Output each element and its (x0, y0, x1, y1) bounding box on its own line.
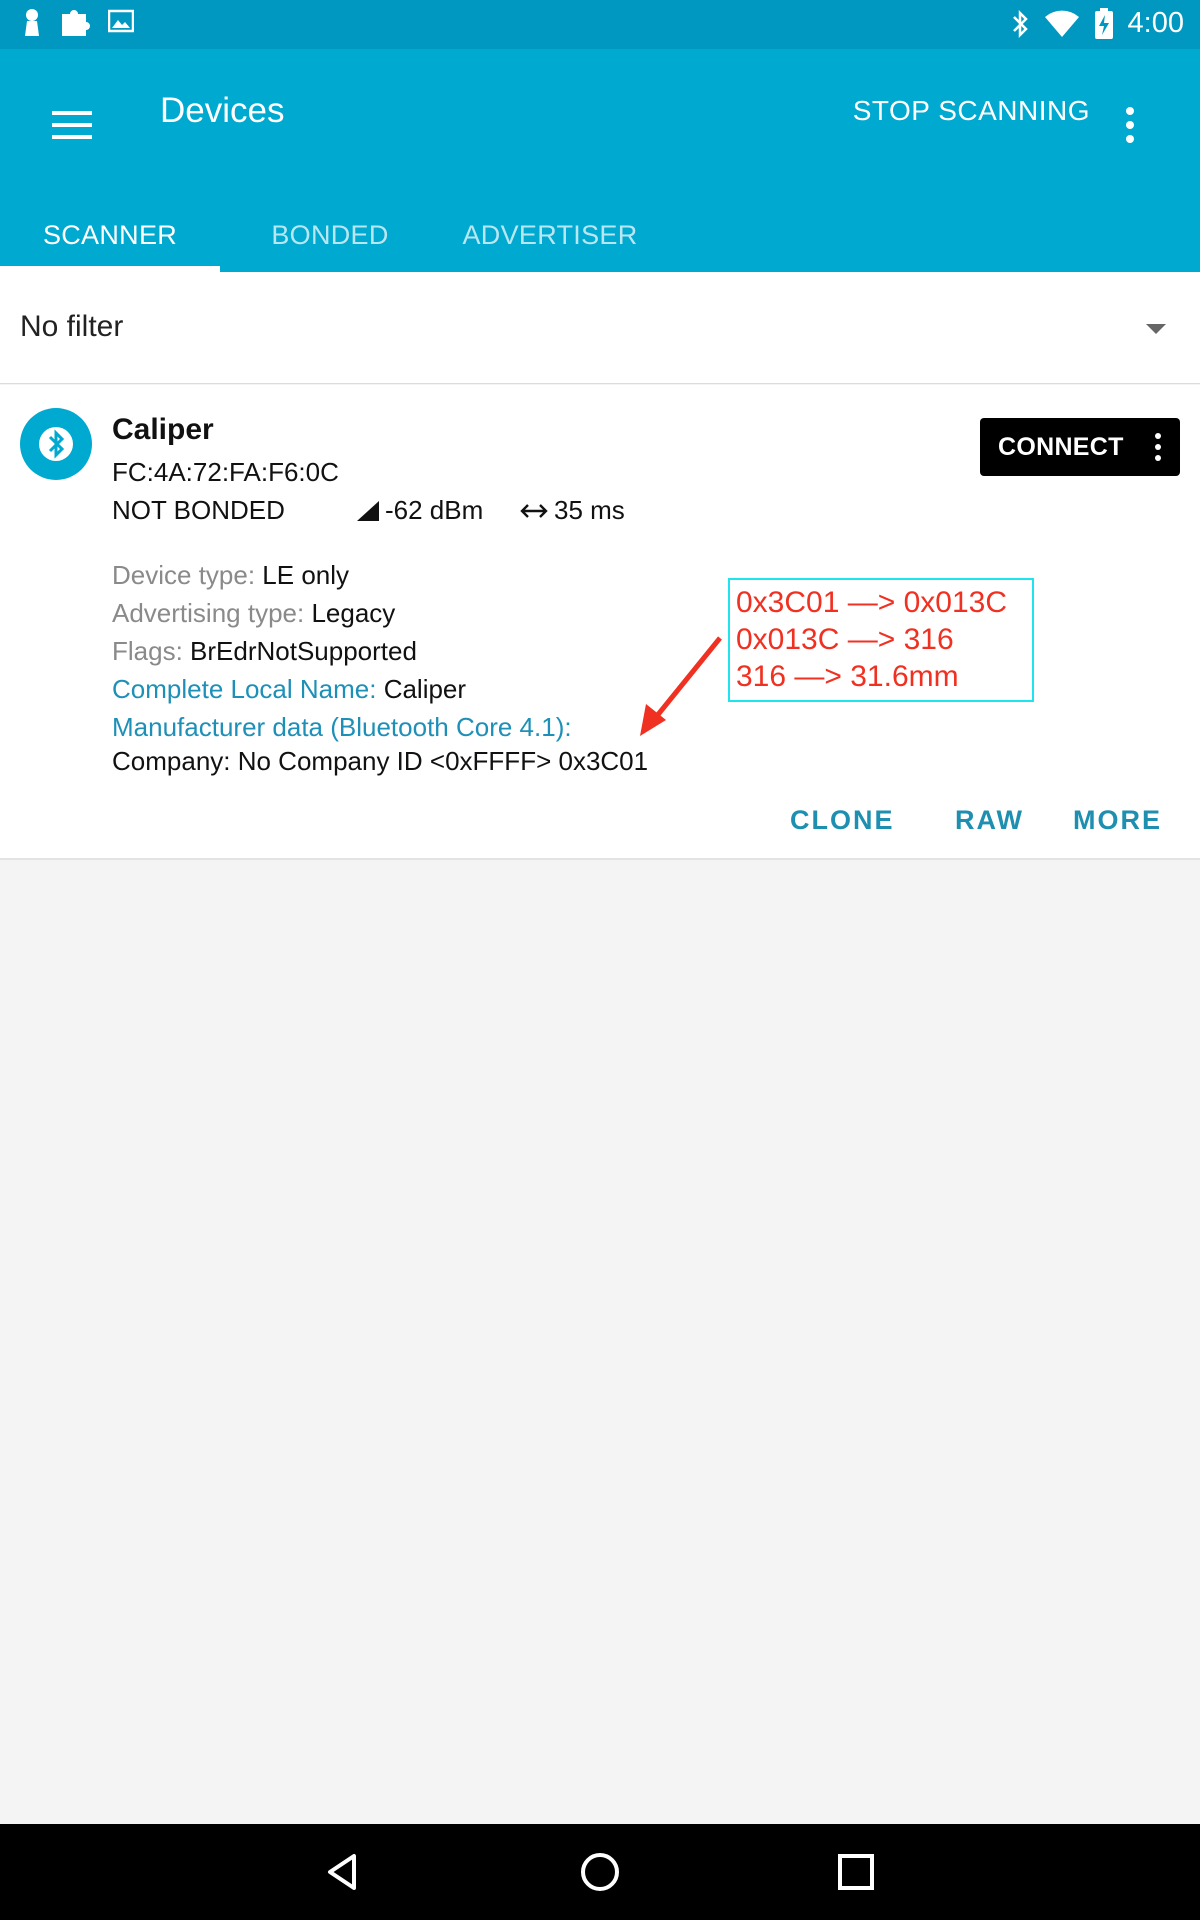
raw-button[interactable]: RAW (955, 805, 1024, 836)
interval-indicator: 35 ms (520, 495, 625, 526)
detail-flags: Flags: BrEdrNotSupported (112, 636, 417, 666)
wifi-icon (1044, 10, 1079, 37)
connect-button[interactable]: CONNECT (980, 418, 1180, 476)
overflow-menu-icon[interactable] (1110, 93, 1150, 157)
signal-icon (357, 500, 379, 521)
tab-scanner[interactable]: SCANNER (0, 199, 220, 272)
puzzle-icon (62, 10, 90, 36)
annotation-arrow (640, 636, 722, 736)
stop-scanning-button[interactable]: STOP SCANNING (853, 95, 1090, 127)
interval-value: 35 ms (554, 495, 625, 525)
status-bar: 4:00 (0, 0, 1200, 49)
annotation-line: 316 —> 31.6mm (736, 660, 959, 693)
notification-icons (22, 8, 134, 38)
bluetooth-avatar (20, 408, 92, 480)
clone-button[interactable]: CLONE (790, 805, 895, 836)
annotation-line: 0x013C —> 316 (736, 623, 954, 656)
home-icon[interactable] (576, 1848, 624, 1896)
annotation-box: 0x3C01 —> 0x013C 0x013C —> 316 316 —> 31… (728, 578, 1034, 702)
annotation-line: 0x3C01 —> 0x013C (736, 586, 1007, 619)
page-title: Devices (160, 91, 285, 130)
back-icon[interactable] (320, 1848, 368, 1896)
system-icons: 4:00 (1010, 7, 1184, 40)
dropdown-arrow-icon (1146, 324, 1166, 334)
image-icon (108, 9, 134, 33)
connect-label: CONNECT (998, 433, 1124, 461)
more-button[interactable]: MORE (1073, 805, 1162, 836)
menu-icon[interactable] (40, 93, 104, 157)
manufacturer-value: Company: No Company ID <0xFFFF> 0x3C01 (112, 746, 649, 776)
device-name: Caliper (112, 413, 214, 446)
interval-arrows-icon (520, 503, 548, 518)
battery-charging-icon (1094, 7, 1113, 39)
filter-label: No filter (20, 310, 124, 343)
bluetooth-icon (1012, 9, 1028, 38)
detail-manufacturer-data: Manufacturer data (Bluetooth Core 4.1): (112, 712, 572, 742)
clock: 4:00 (1127, 7, 1184, 39)
app-bar: Devices STOP SCANNING SCANNER BONDED ADV… (0, 49, 1200, 272)
detail-device-type: Device type: LE only (112, 560, 350, 590)
rssi-value: -62 dBm (385, 495, 484, 525)
tab-bonded[interactable]: BONDED (220, 199, 440, 272)
tab-advertiser[interactable]: ADVERTISER (440, 199, 660, 272)
rssi-indicator: -62 dBm (355, 495, 483, 526)
bond-state: NOT BONDED (112, 495, 285, 525)
empty-list-area (0, 862, 1200, 1724)
bluetooth-icon (39, 427, 73, 461)
recents-icon[interactable] (832, 1848, 880, 1896)
navigation-bar (0, 1824, 1200, 1920)
tab-bar: SCANNER BONDED ADVERTISER (0, 199, 1200, 272)
connect-overflow-icon[interactable] (1148, 428, 1168, 466)
filter-dropdown[interactable]: No filter (0, 272, 1200, 384)
device-address: FC:4A:72:FA:F6:0C (112, 457, 339, 487)
detail-advertising-type: Advertising type: Legacy (112, 598, 396, 628)
detail-local-name: Complete Local Name: Caliper (112, 674, 467, 704)
pawn-icon (25, 9, 39, 36)
